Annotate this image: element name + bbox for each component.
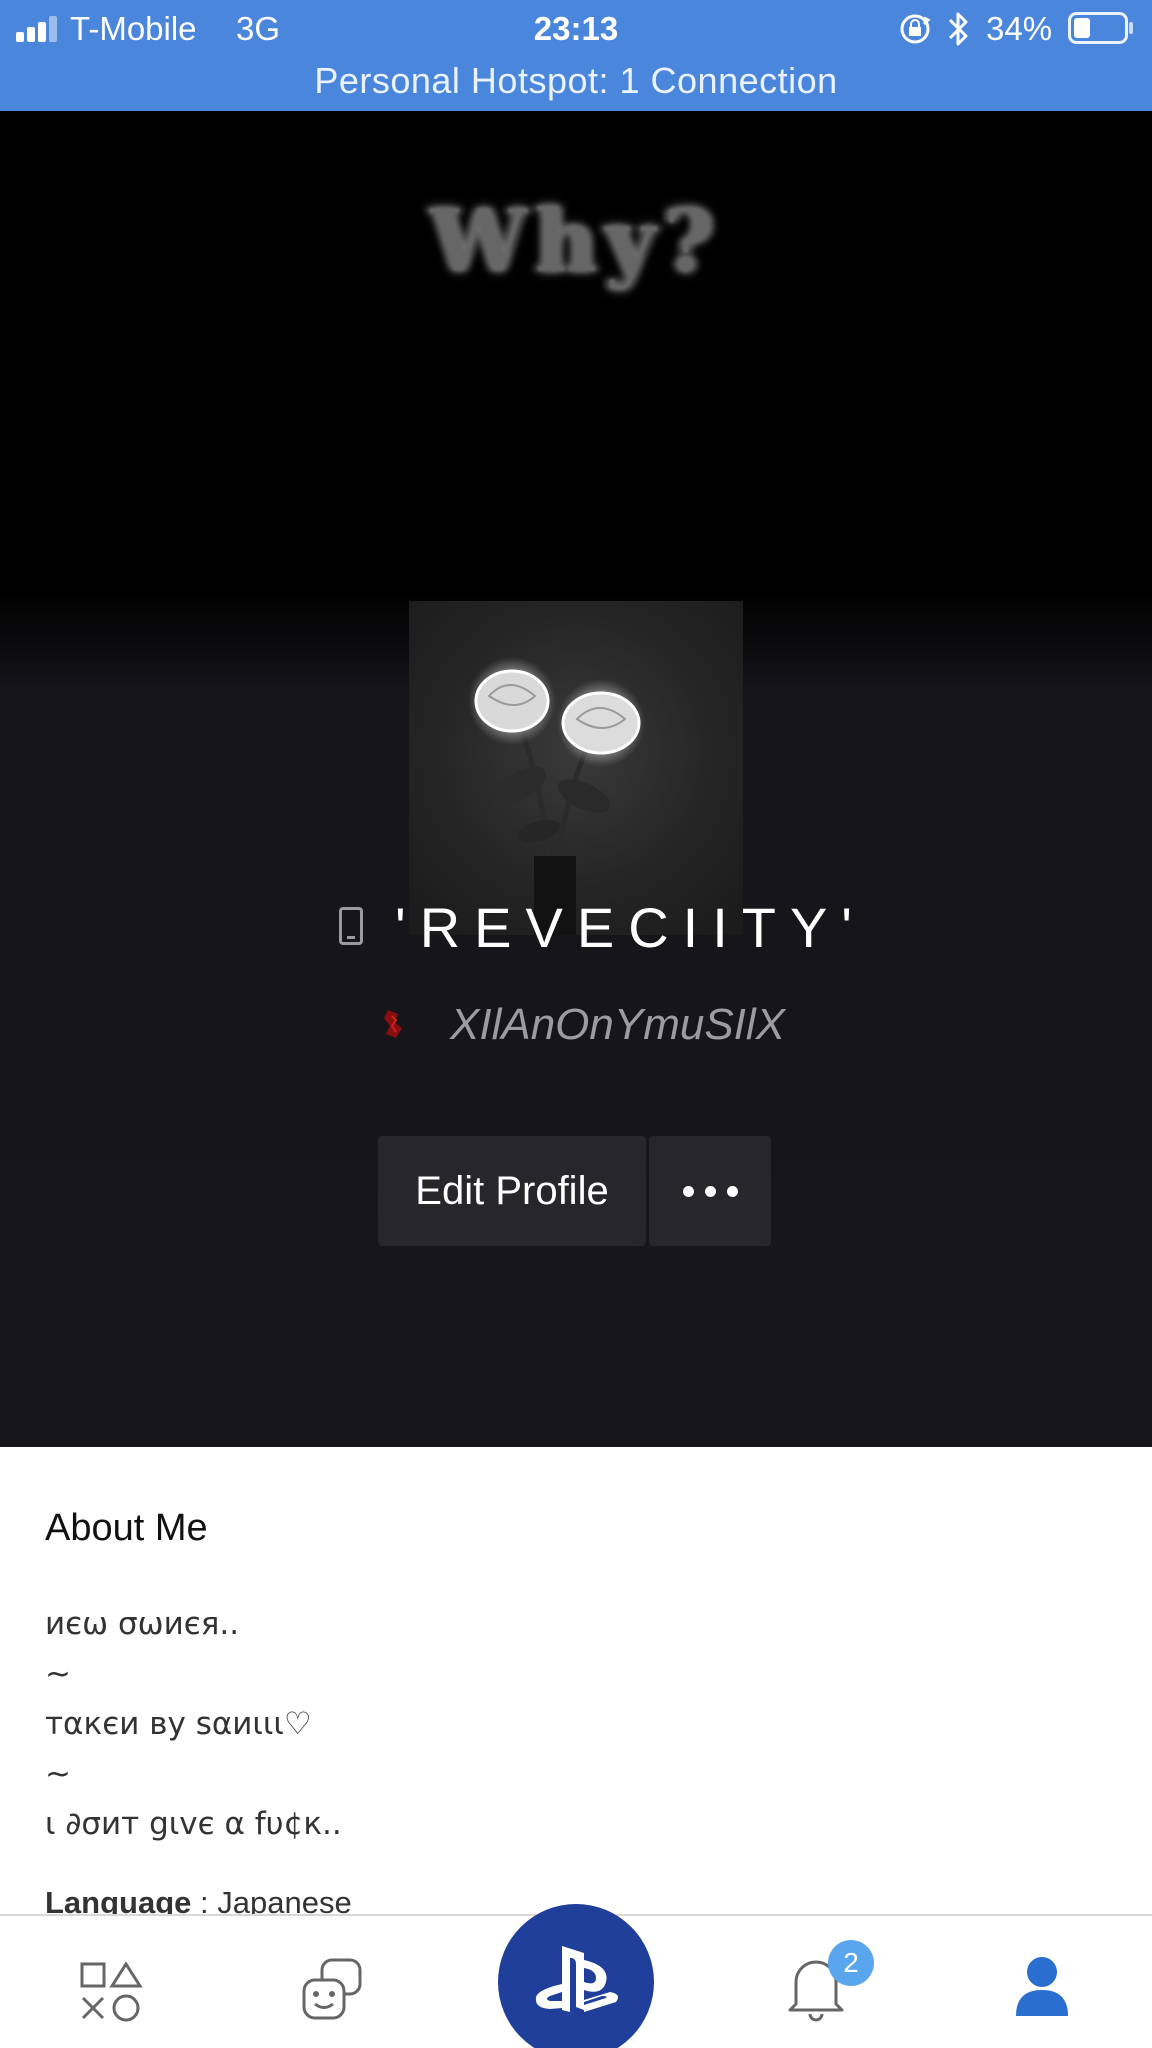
profile-icon[interactable] <box>1012 1954 1072 2018</box>
online-id: XIlAnOnYmuSIlX <box>450 1000 786 1049</box>
game-library-icon[interactable] <box>78 1960 144 2024</box>
clock: 23:13 <box>533 10 619 47</box>
about-section: About Me иєω σωиєя.. ~ тαкєи ву ѕαиιιι♡ … <box>0 1447 1152 1920</box>
dot <box>704 1185 716 1197</box>
battery-icon <box>1068 12 1133 44</box>
friends-icon[interactable] <box>300 1956 364 2022</box>
playstation-home-button[interactable] <box>498 1904 654 2048</box>
rotation-lock-icon <box>900 14 931 44</box>
edit-profile-button[interactable]: Edit Profile <box>378 1136 646 1246</box>
mobile-device-icon <box>339 907 363 945</box>
about-line: ι ∂σит gιvє α fυ¢к.. <box>45 1806 342 1842</box>
playstation-logo-icon <box>535 1946 618 2012</box>
notification-badge: 2 <box>828 1940 874 1986</box>
about-text: иєω σωиєя.. ~ тαкєи ву ѕαиιιι♡ ~ ι ∂σит … <box>45 1599 342 1849</box>
hotspot-banner[interactable]: Personal Hotspot: 1 Connection <box>0 60 1152 102</box>
more-options-button[interactable] <box>649 1136 771 1246</box>
bluetooth-icon <box>948 12 968 46</box>
cover-image-text: Why? <box>430 191 722 292</box>
about-line: ~ <box>45 1756 71 1792</box>
display-name: 'REVECIITY' <box>395 896 866 959</box>
roses-image <box>468 657 645 935</box>
battery-percent: 34% <box>986 10 1053 47</box>
small-avatar-icon <box>384 1010 402 1038</box>
about-line: ~ <box>45 1656 71 1692</box>
dot <box>726 1185 738 1197</box>
about-line: тαкєи ву ѕαиιιι♡ <box>45 1706 312 1742</box>
profile-avatar[interactable] <box>409 601 743 935</box>
status-bar: T-Mobile 3G 23:13 34% Personal Hotspot: … <box>0 0 1152 111</box>
dot <box>682 1185 694 1197</box>
profile-cover: Why? 'REVECIITY' XIlAnOnYmuSIlX Edit Pro… <box>0 111 1152 1447</box>
about-line: иєω σωиєя.. <box>45 1606 240 1642</box>
about-title: About Me <box>45 1507 208 1549</box>
